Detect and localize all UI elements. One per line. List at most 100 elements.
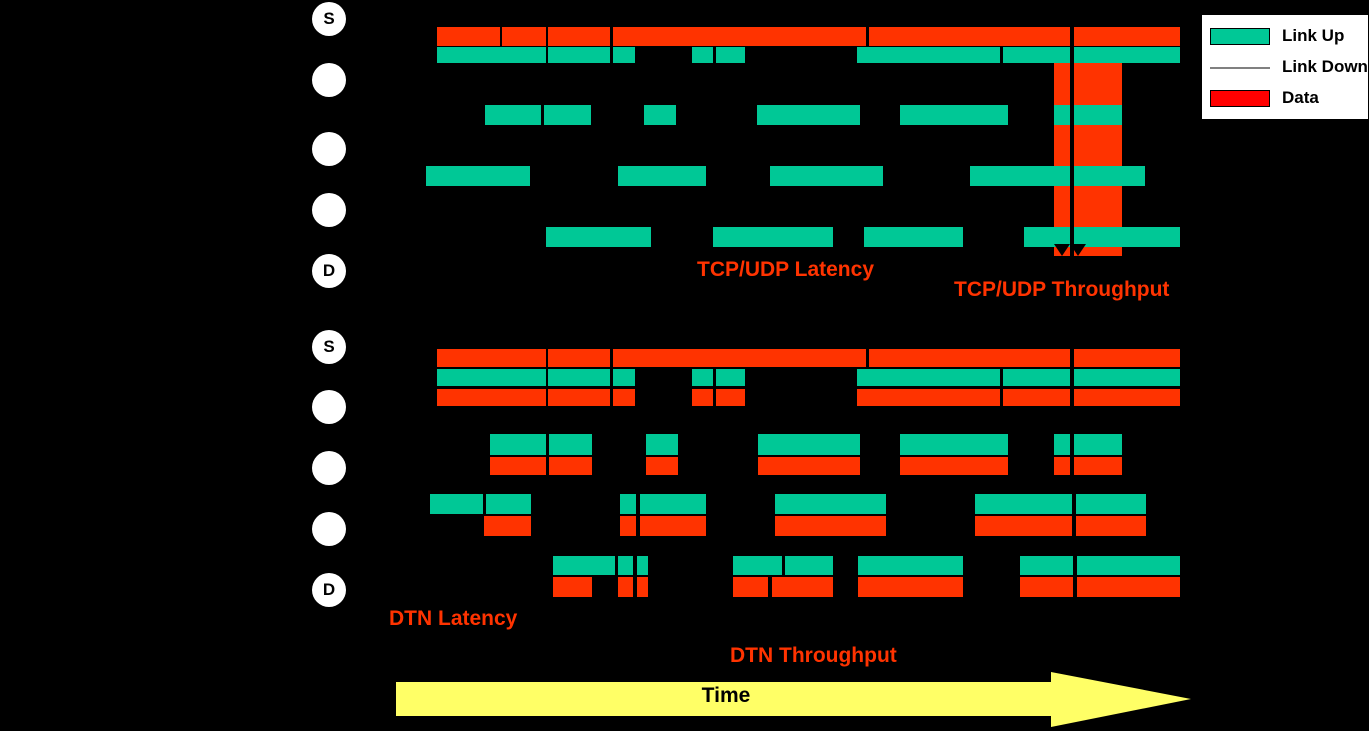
dtn-row3-data xyxy=(620,516,636,536)
dtn-row1-up xyxy=(716,369,745,386)
node-bottom-2 xyxy=(312,451,346,485)
dtn-row2-data xyxy=(646,457,678,475)
tcp-row2-up xyxy=(644,105,676,125)
tcp-row4-up xyxy=(1074,227,1180,247)
dtn-row3-up xyxy=(775,494,886,514)
tcp-throughput-arrow-icon xyxy=(1070,244,1086,256)
dtn-row1-up xyxy=(1003,369,1070,386)
dtn-row4-data xyxy=(553,577,592,597)
link-up-swatch-icon xyxy=(1210,27,1270,45)
dtn-row2-data xyxy=(1054,457,1070,475)
dtn-row4-data xyxy=(772,577,833,597)
tcp-row2-up xyxy=(544,105,591,125)
dtn-row2-up xyxy=(900,434,1008,455)
link-down-swatch-icon xyxy=(1210,59,1270,76)
node-top-s: S xyxy=(312,2,346,36)
node-top-2 xyxy=(312,132,346,166)
dtn-row3-up xyxy=(640,494,706,514)
tcp-row1-data xyxy=(548,27,610,46)
dtn-row2-data xyxy=(1074,457,1122,475)
dtn-row1-data-bottom xyxy=(1003,389,1070,406)
annotation-dtn-latency: DTN Latency xyxy=(389,607,518,630)
dtn-row4-up xyxy=(858,556,963,575)
dtn-row1-up xyxy=(613,369,635,386)
dtn-row3-up xyxy=(620,494,636,514)
tcp-row1-data xyxy=(502,27,546,46)
tcp-row1-up xyxy=(437,47,546,63)
tcp-throughput-bar-wide xyxy=(1074,186,1122,227)
dtn-row3-data xyxy=(484,516,531,536)
tcp-row3-up xyxy=(970,166,1070,186)
dtn-row1-data-top xyxy=(613,349,866,367)
dtn-row4-up xyxy=(1020,556,1073,575)
dtn-row1-data-bottom xyxy=(1074,389,1180,406)
dtn-row1-up xyxy=(548,369,610,386)
dtn-row3-data xyxy=(975,516,1072,536)
dtn-row2-up xyxy=(758,434,860,455)
tcp-throughput-bar-narrow xyxy=(1054,186,1070,227)
node-bottom-d: D xyxy=(312,573,346,607)
tcp-row1-up xyxy=(716,47,745,63)
dtn-row2-data xyxy=(758,457,860,475)
dtn-row1-data-top xyxy=(869,349,1070,367)
dtn-row4-data xyxy=(1077,577,1180,597)
tcp-row1-up xyxy=(548,47,610,63)
dtn-row2-up xyxy=(646,434,678,455)
dtn-row4-data xyxy=(1020,577,1073,597)
annotation-tcp-throughput: TCP/UDP Throughput xyxy=(954,278,1170,301)
tcp-row2-up xyxy=(1054,105,1070,125)
tcp-row2-up xyxy=(485,105,541,125)
dtn-row2-data xyxy=(549,457,592,475)
node-top-d: D xyxy=(312,254,346,288)
dtn-row2-up xyxy=(1054,434,1070,455)
tcp-row4-up xyxy=(713,227,833,247)
legend-label-link-down: Link Down xyxy=(1282,57,1368,76)
node-top-1 xyxy=(312,63,346,97)
legend-item-data: Data xyxy=(1210,85,1319,111)
tcp-row2-up xyxy=(1074,105,1122,125)
tcp-row1-data xyxy=(613,27,866,46)
dtn-row1-data-bottom xyxy=(437,389,546,406)
tcp-throughput-bar-wide xyxy=(1074,125,1122,166)
dtn-row4-data xyxy=(637,577,648,597)
dtn-row4-data xyxy=(733,577,768,597)
dtn-row3-up xyxy=(975,494,1072,514)
tcp-row2-up xyxy=(757,105,860,125)
legend-label-data: Data xyxy=(1282,88,1319,107)
dtn-row2-data xyxy=(900,457,1008,475)
dtn-row2-up xyxy=(549,434,592,455)
tcp-throughput-bar-wide xyxy=(1074,63,1122,105)
tcp-row2-up xyxy=(900,105,1008,125)
annotation-dtn-throughput: DTN Throughput xyxy=(730,644,897,667)
dtn-row4-up xyxy=(553,556,615,575)
dtn-row2-up xyxy=(1074,434,1122,455)
tcp-row1-data xyxy=(1074,27,1180,46)
node-bottom-s: S xyxy=(312,330,346,364)
dtn-row1-up xyxy=(857,369,1000,386)
dtn-row2-data xyxy=(490,457,546,475)
tcp-row1-up xyxy=(1074,47,1180,63)
dtn-row3-up xyxy=(1076,494,1146,514)
dtn-row4-up xyxy=(733,556,782,575)
dtn-row1-data-top xyxy=(437,349,546,367)
dtn-row2-up xyxy=(490,434,546,455)
dtn-row1-up xyxy=(437,369,546,386)
tcp-throughput-arrow-icon xyxy=(1054,244,1070,256)
annotation-tcp-latency: TCP/UDP Latency xyxy=(697,258,874,281)
dtn-row1-data-bottom xyxy=(692,389,713,406)
node-bottom-1 xyxy=(312,390,346,424)
figure-canvas: S D S D TCP/UDP Latency TCP/UDP Throughp… xyxy=(0,0,1369,731)
dtn-row3-up xyxy=(430,494,483,514)
dtn-row4-data xyxy=(618,577,633,597)
dtn-row3-data xyxy=(775,516,886,536)
dtn-row4-up xyxy=(637,556,648,575)
dtn-row4-up xyxy=(785,556,833,575)
dtn-row3-data xyxy=(1076,516,1146,536)
dtn-row1-data-top xyxy=(1074,349,1180,367)
dtn-row1-data-bottom xyxy=(857,389,1000,406)
tcp-throughput-bar-narrow xyxy=(1054,125,1070,166)
legend-label-link-up: Link Up xyxy=(1282,26,1345,45)
dtn-row1-data-bottom xyxy=(716,389,745,406)
tcp-row3-up xyxy=(770,166,883,186)
data-swatch-icon xyxy=(1210,89,1270,107)
